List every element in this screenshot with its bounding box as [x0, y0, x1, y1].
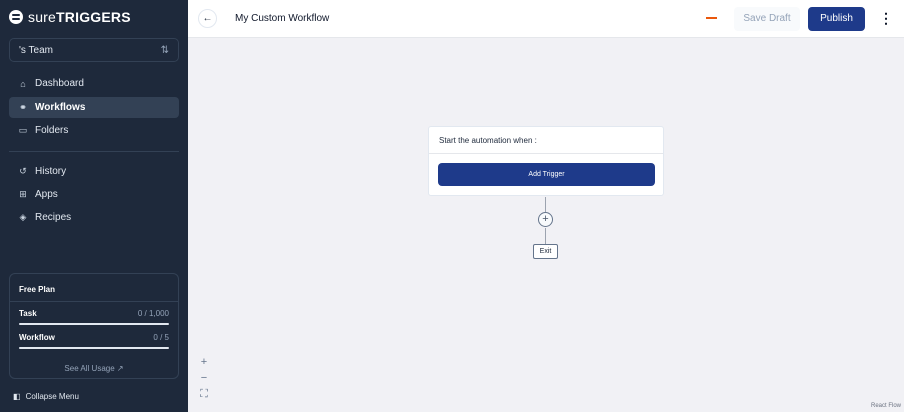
see-all-usage-link[interactable]: See All Usage ↗ [10, 364, 178, 373]
workflow-value: 0 / 5 [153, 333, 169, 342]
workflow-usage-row: Workflow 0 / 5 [19, 333, 169, 342]
window-edge-right [904, 0, 910, 416]
team-switcher[interactable]: 's Team ⇅ [9, 38, 179, 62]
add-step-plus-icon[interactable]: + [538, 212, 553, 227]
edge-connector [545, 228, 546, 244]
workflow-header: ← My Custom Workflow Save Draft Publish … [188, 0, 904, 38]
sidebar-collapse-icon: ◧ [13, 392, 21, 401]
trigger-card-divider [429, 153, 663, 154]
task-label: Task [19, 309, 37, 318]
plan-usage-card: Free Plan Task 0 / 1,000 Workflow 0 / 5 … [9, 273, 179, 379]
brand-wordmark: sureTRIGGERS [28, 9, 131, 25]
react-flow-attribution[interactable]: React Flow [871, 403, 901, 409]
workflow-icon: ⚭ [19, 102, 27, 112]
sidebar-divider [9, 151, 179, 152]
plan-title: Free Plan [19, 285, 56, 294]
sidebar-item-recipes[interactable]: ◈ Recipes [9, 207, 179, 228]
sidebar-item-label: Dashboard [35, 78, 84, 89]
sidebar-item-dashboard[interactable]: ⌂ Dashboard [9, 73, 179, 94]
save-draft-button[interactable]: Save Draft [734, 7, 800, 31]
sidebar-item-workflows[interactable]: ⚭ Workflows [9, 97, 179, 118]
sidebar-item-folders[interactable]: ▭ Folders [9, 120, 179, 141]
collapse-menu-button[interactable]: ◧ Collapse Menu [13, 392, 79, 401]
sidebar: sureTRIGGERS 's Team ⇅ ⌂ Dashboard ⚭ Wor… [0, 0, 188, 412]
zoom-out-icon[interactable]: − [196, 370, 212, 386]
task-usage-row: Task 0 / 1,000 [19, 309, 169, 318]
home-icon: ⌂ [20, 78, 26, 89]
sidebar-item-label: Workflows [35, 102, 86, 113]
fit-view-icon[interactable]: ⛶ [196, 386, 212, 402]
exit-node[interactable]: Exit [533, 244, 558, 259]
workflow-label: Workflow [19, 333, 55, 342]
team-name: 's Team [19, 44, 53, 56]
sidebar-item-label: Recipes [35, 212, 72, 223]
brand-logo[interactable]: sureTRIGGERS [9, 9, 131, 25]
window-edge-bottom [0, 412, 910, 416]
workflow-title[interactable]: My Custom Workflow [235, 13, 329, 24]
folder-icon: ▭ [18, 125, 28, 135]
add-trigger-button[interactable]: Add Trigger [438, 163, 655, 186]
zoom-controls: + − ⛶ [196, 354, 212, 402]
unsaved-status-indicator [706, 17, 717, 19]
plan-divider [10, 301, 178, 302]
swap-vertical-icon: ⇅ [160, 44, 169, 56]
layers-icon: ◈ [19, 212, 27, 222]
publish-button[interactable]: Publish [808, 7, 865, 31]
apps-grid-icon: ⊞ [19, 189, 27, 199]
workflow-progress-bar [19, 347, 169, 349]
task-value: 0 / 1,000 [137, 309, 169, 318]
sidebar-item-apps[interactable]: ⊞ Apps [9, 184, 179, 205]
trigger-prompt: Start the automation when : [439, 136, 537, 145]
sidebar-item-label: Apps [35, 189, 58, 200]
history-icon: ↺ [19, 166, 27, 176]
back-arrow-icon[interactable]: ← [198, 9, 217, 28]
collapse-menu-label: Collapse Menu [25, 392, 79, 401]
edge-connector [545, 197, 546, 212]
workflow-canvas[interactable]: Start the automation when : Add Trigger … [188, 38, 904, 412]
more-options-icon[interactable]: ⋮ [879, 10, 893, 26]
zoom-in-icon[interactable]: + [196, 354, 212, 370]
trigger-node: Start the automation when : Add Trigger [428, 126, 664, 196]
sidebar-item-label: Folders [35, 125, 69, 136]
sidebar-item-label: History [35, 166, 67, 177]
suretriggers-logo-icon [9, 10, 23, 24]
sidebar-item-history[interactable]: ↺ History [9, 161, 179, 182]
task-progress-bar [19, 323, 169, 325]
